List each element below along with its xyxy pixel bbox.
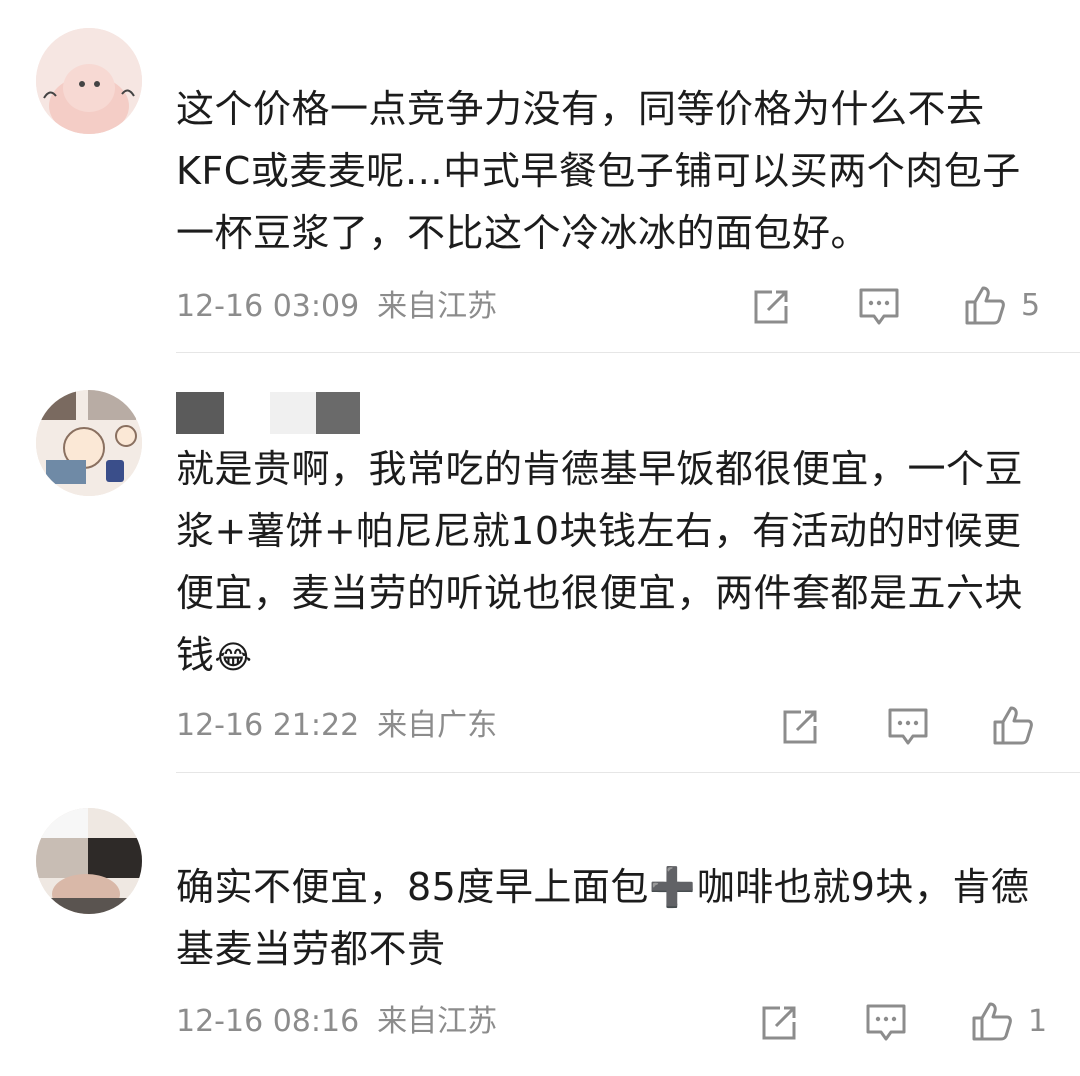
avatar-photo-image [36,808,142,914]
like-count: 1 [1028,1003,1048,1039]
reply-button[interactable] [864,1000,908,1046]
share-button[interactable] [758,1000,800,1046]
comment-time: 12-16 08:16 [176,1004,360,1039]
like-button[interactable]: 1 [970,998,1047,1044]
comment-location: 来自江苏 [377,1004,498,1039]
comment-icon [866,1004,906,1041]
avatar[interactable] [36,808,142,914]
comment-3: 确实不便宜，85度早上面包➕咖啡也就9块，肯德基麦当劳都不贵 12-16 08:… [0,0,1080,1076]
like-icon [972,1002,1012,1041]
share-icon [762,1006,796,1040]
comment-text: 确实不便宜，85度早上面包➕咖啡也就9块，肯德基麦当劳都不贵 [176,856,1036,980]
plus-icon: ➕ [648,865,697,909]
comment-text-part-1: 确实不便宜，85度早上面包 [176,865,649,909]
comment-meta: 12-16 08:16 来自江苏 [176,1002,497,1042]
